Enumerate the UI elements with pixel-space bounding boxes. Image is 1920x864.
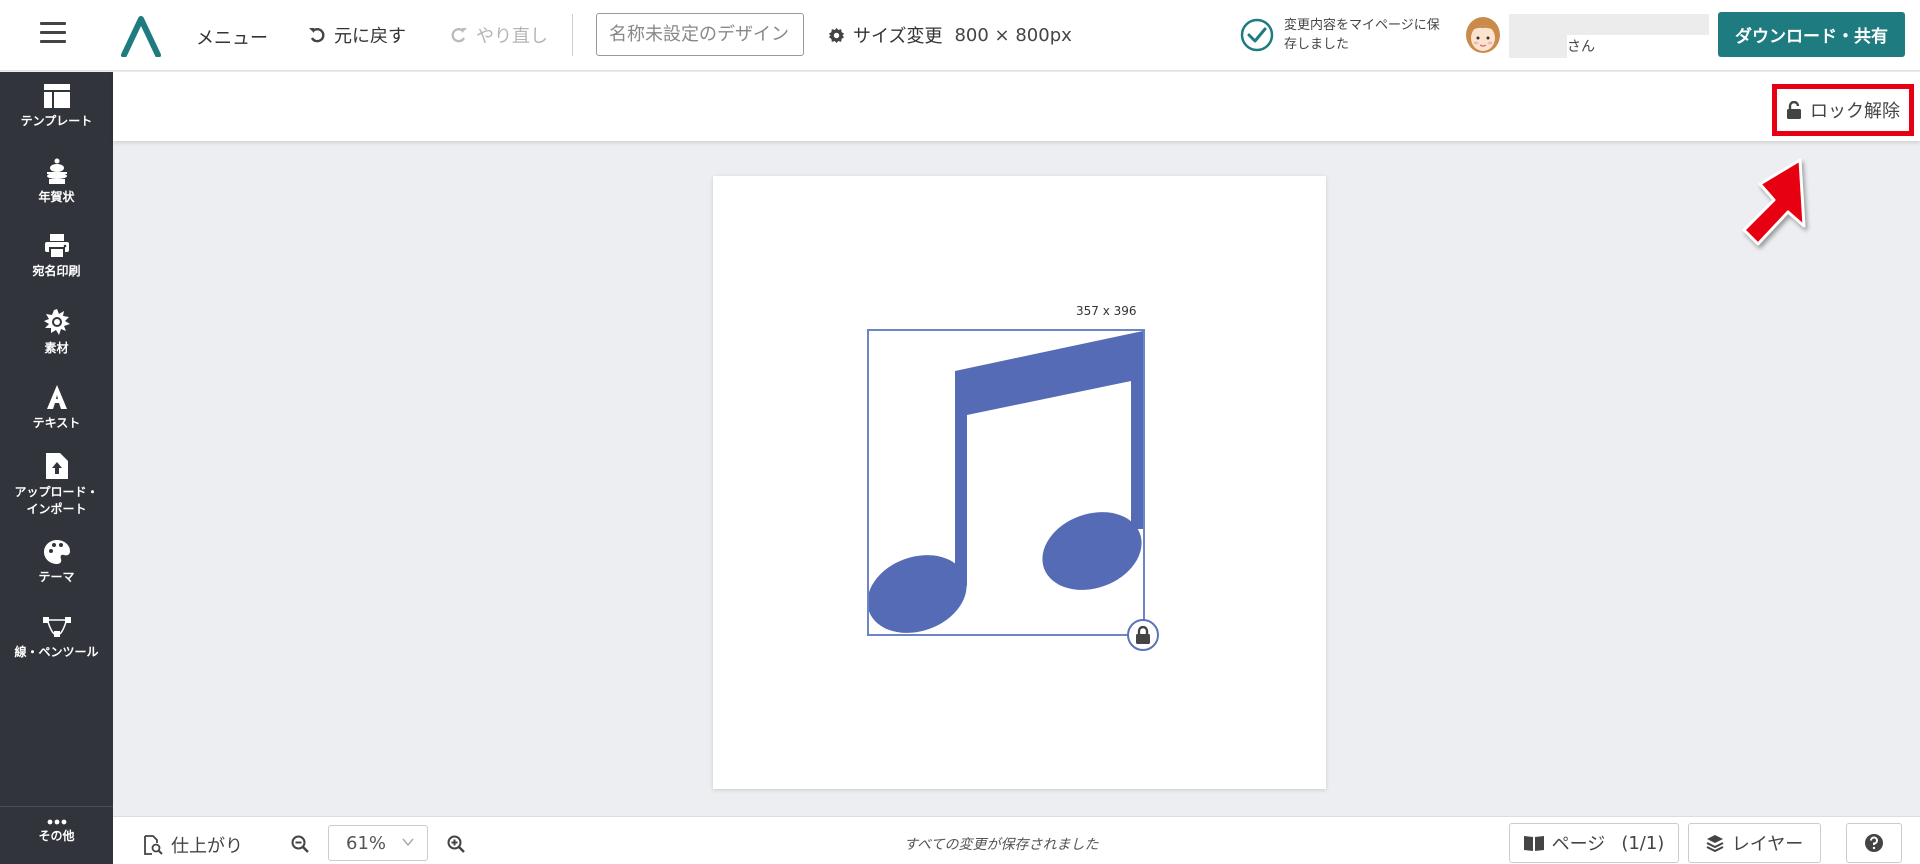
sidebar-item-text[interactable]: テキスト <box>0 384 113 432</box>
zoom-select[interactable]: 61% <box>328 825 428 861</box>
save-status: 変更内容をマイページに保存しました <box>1240 16 1444 54</box>
lock-icon <box>1136 626 1150 644</box>
printer-icon <box>44 234 69 258</box>
layers-icon <box>1706 835 1724 852</box>
app-header: メニュー 元に戻す やり直し サイズ変更 800 × 800px 変更内容をマイ… <box>0 0 1920 71</box>
document-search-icon <box>144 835 163 855</box>
zoom-in-button[interactable] <box>447 835 473 853</box>
sidebar-item-label: 線・ペンツール <box>14 645 99 659</box>
undo-icon <box>309 28 325 43</box>
template-icon <box>43 84 70 108</box>
design-name-input[interactable] <box>596 13 804 56</box>
sidebar-item-label: アップロード・ <box>14 485 99 499</box>
book-icon <box>1523 836 1544 851</box>
sidebar-item-theme[interactable]: テーマ <box>0 540 113 586</box>
left-sidebar: テンプレート 年賀状 宛名印刷 素材 テキスト アップロード・ インポート テー… <box>0 72 113 864</box>
context-toolbar <box>113 72 1920 141</box>
lock-handle[interactable] <box>1127 619 1159 651</box>
sidebar-item-label: 年賀状 <box>38 190 75 204</box>
upload-file-icon <box>45 453 68 479</box>
sidebar-item-line-pen[interactable]: 線・ペンツール <box>0 617 113 661</box>
download-share-button[interactable]: ダウンロード・共有 <box>1718 12 1905 57</box>
username-redacted <box>1509 35 1567 58</box>
canvas-size-value: 800 × 800px <box>954 24 1072 46</box>
resize-button[interactable]: サイズ変更 800 × 800px <box>828 22 1072 48</box>
username-redacted <box>1509 14 1709 35</box>
zoom-out-button[interactable] <box>291 835 317 853</box>
app-logo[interactable] <box>120 15 162 57</box>
zoom-in-icon <box>447 835 465 853</box>
page-button[interactable]: ページ (1/1) <box>1509 823 1679 863</box>
preview-label: 仕上がり <box>171 836 243 857</box>
sidebar-item-upload-import[interactable]: アップロード・ インポート <box>0 453 113 518</box>
sidebar-item-label: テンプレート <box>20 114 93 128</box>
redo-icon <box>451 28 467 43</box>
selection-box <box>867 329 1145 636</box>
gear-icon <box>828 27 845 43</box>
zoom-value: 61% <box>346 832 387 854</box>
palette-icon <box>43 540 70 564</box>
undo-button[interactable]: 元に戻す <box>308 22 406 48</box>
unlock-icon <box>1787 101 1801 119</box>
page-count: (1/1) <box>1621 832 1665 854</box>
menu-button[interactable]: メニュー <box>196 24 268 50</box>
sidebar-divider <box>0 806 113 807</box>
avatar[interactable] <box>1465 15 1501 55</box>
unlock-button[interactable]: ロック解除 <box>1772 84 1914 136</box>
redo-label: やり直し <box>476 26 548 47</box>
sidebar-item-template[interactable]: テンプレート <box>0 84 113 130</box>
preview-button[interactable]: 仕上がり <box>143 832 243 858</box>
check-circle-icon <box>1240 18 1274 52</box>
kagami-mochi-icon <box>46 158 67 184</box>
page-label: ページ <box>1551 834 1606 855</box>
redo-button[interactable]: やり直し <box>450 22 548 48</box>
undo-label: 元に戻す <box>334 26 406 47</box>
layer-label: レイヤー <box>1731 834 1804 855</box>
callout-arrow-icon <box>1742 158 1806 246</box>
sidebar-item-label: インポート <box>26 502 87 516</box>
ellipsis-icon <box>47 819 66 825</box>
text-a-icon <box>46 385 67 409</box>
save-status-text: 変更内容をマイページに保存しました <box>1284 18 1440 52</box>
selection-size-label: 357 x 396 <box>1076 304 1137 318</box>
resize-label: サイズ変更 <box>853 26 943 47</box>
sidebar-item-label: テーマ <box>38 570 75 584</box>
sidebar-item-label: 素材 <box>44 341 69 355</box>
unlock-label: ロック解除 <box>1810 101 1900 122</box>
sidebar-item-label: 宛名印刷 <box>32 264 81 278</box>
sidebar-item-materials[interactable]: 素材 <box>0 309 113 357</box>
zoom-out-icon <box>291 835 309 853</box>
sidebar-item-nengajo[interactable]: 年賀状 <box>0 158 113 206</box>
header-divider <box>572 14 573 56</box>
help-button[interactable] <box>1846 823 1902 863</box>
bottom-save-status: すべての変更が保存されました <box>904 837 1099 853</box>
chevron-down-icon <box>402 838 414 847</box>
vector-pen-icon <box>42 617 71 637</box>
sidebar-item-label: テキスト <box>32 416 81 430</box>
sidebar-item-more[interactable]: その他 <box>0 819 113 845</box>
help-icon <box>1865 834 1883 852</box>
sidebar-item-address-print[interactable]: 宛名印刷 <box>0 234 113 280</box>
user-suffix: さん <box>1567 39 1595 55</box>
layer-button[interactable]: レイヤー <box>1688 823 1821 863</box>
sun-icon <box>43 309 70 335</box>
sidebar-item-label: その他 <box>38 829 75 843</box>
hamburger-menu-icon[interactable] <box>40 22 66 44</box>
